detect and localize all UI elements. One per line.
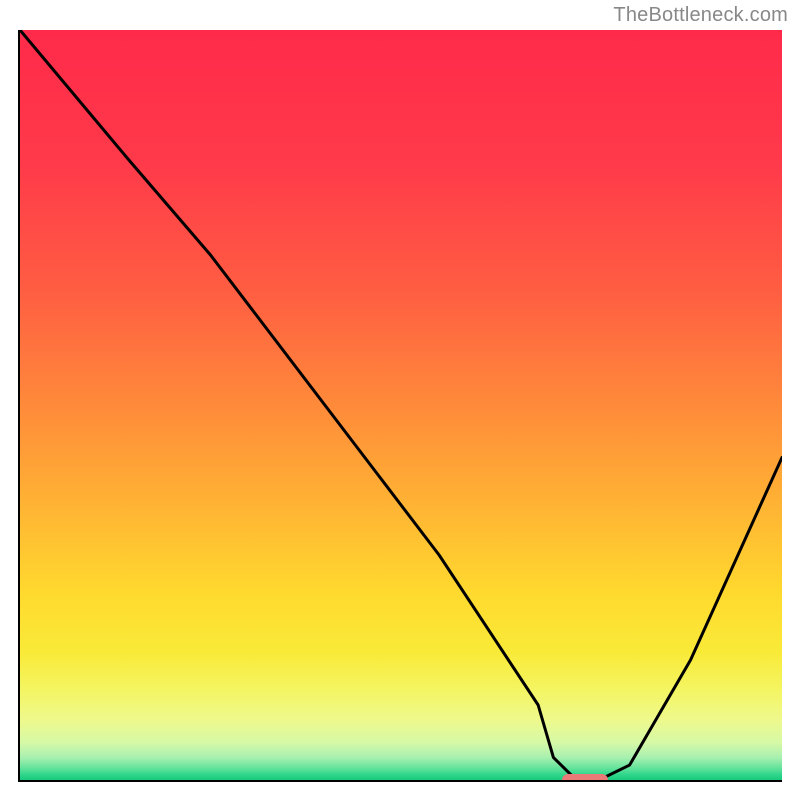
curve-svg [20,30,782,780]
bottleneck-chart: TheBottleneck.com [0,0,800,800]
optimal-range-marker [562,774,608,782]
bottleneck-curve-line [20,30,782,780]
watermark-label: TheBottleneck.com [613,4,788,27]
plot-area [18,30,782,782]
